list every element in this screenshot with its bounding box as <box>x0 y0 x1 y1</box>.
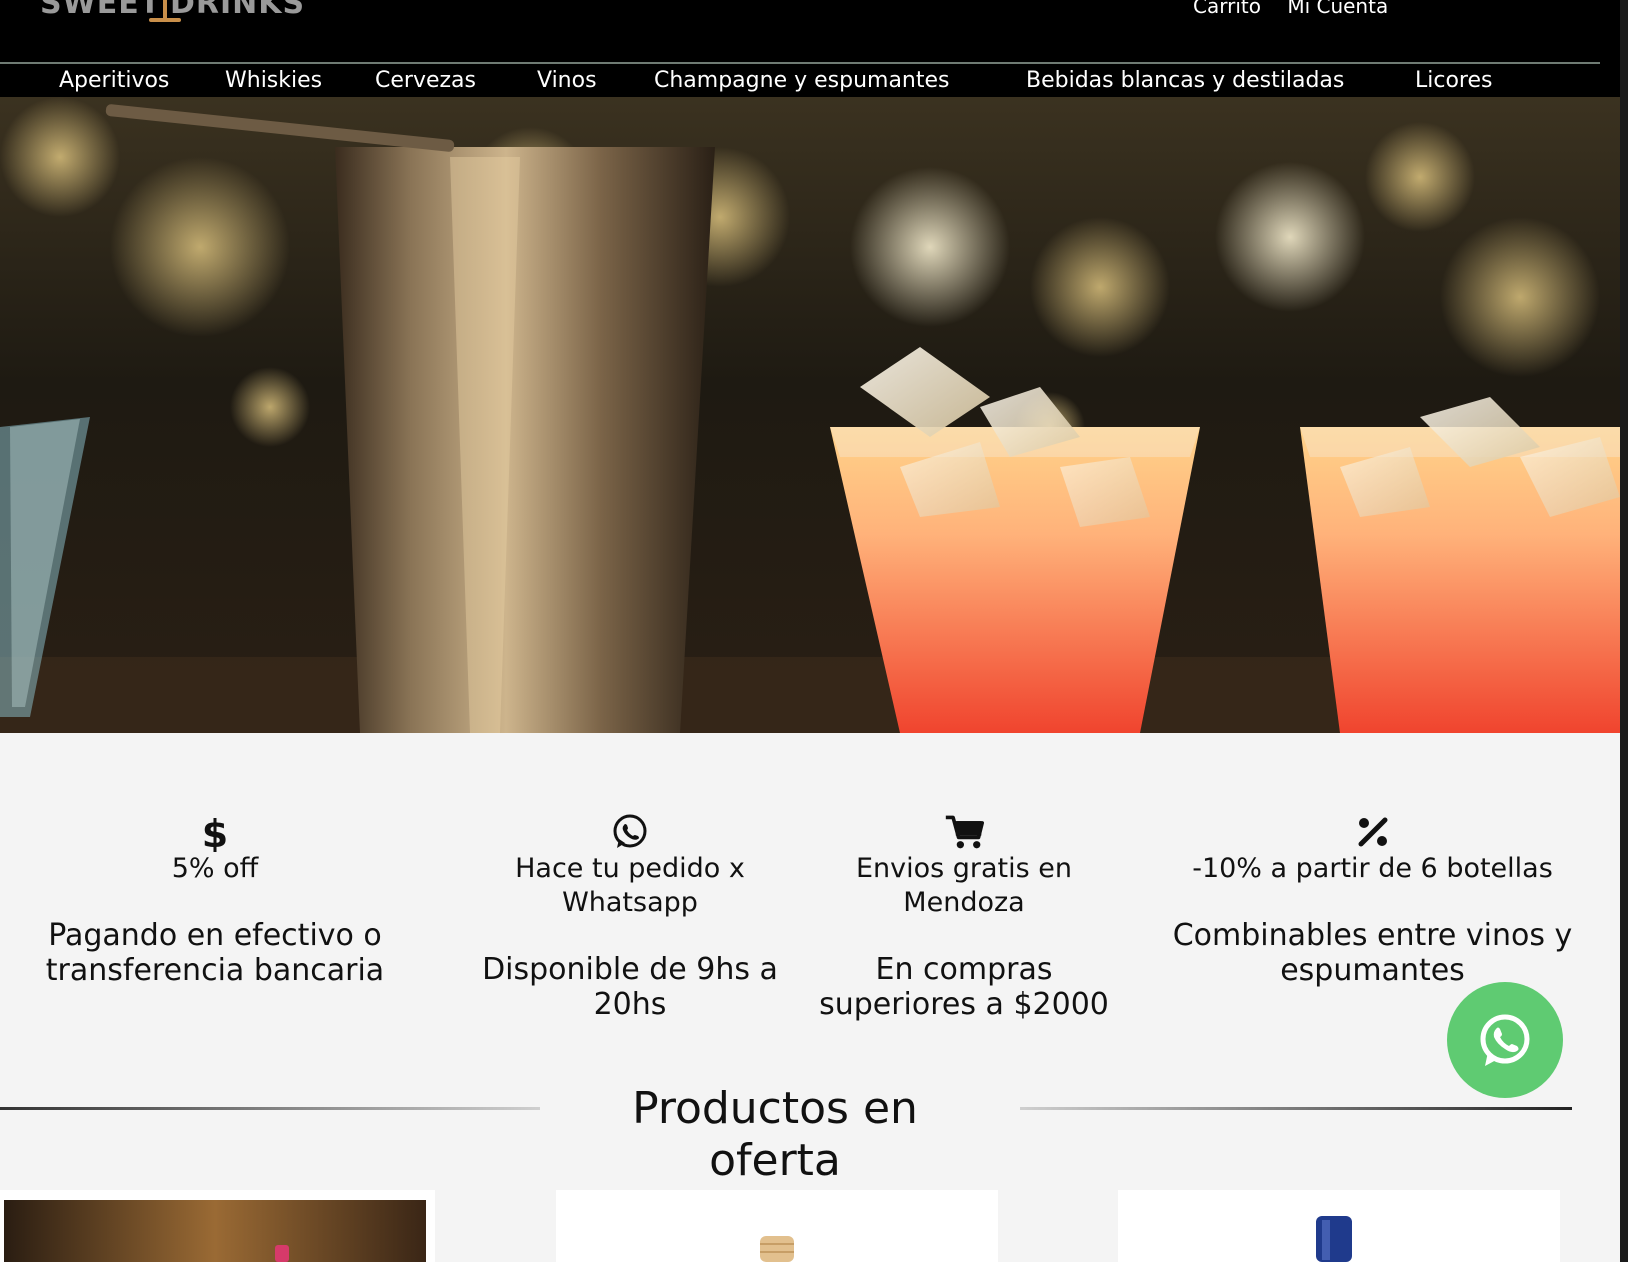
feature-title: -10% a partir de 6 botellas <box>1192 853 1553 884</box>
logo-word-drinks: DRINKS <box>170 0 306 21</box>
product-card[interactable] <box>556 1190 998 1262</box>
feature-description: En compras superiores a $2000 <box>819 952 1109 1022</box>
product-card[interactable] <box>0 1190 435 1262</box>
feature-title: Hace tu pedido x Whatsapp <box>515 853 745 918</box>
hero-banner[interactable] <box>0 97 1620 733</box>
product-image <box>1316 1216 1352 1262</box>
nav-item-aperitivos[interactable]: Aperitivos <box>59 68 169 93</box>
category-nav: Aperitivos Whiskies Cervezas Vinos Champ… <box>0 64 1620 97</box>
product-image <box>760 1236 794 1262</box>
svg-text:$: $ <box>202 812 228 852</box>
offers-heading: Productos en oferta <box>632 1083 918 1186</box>
percent-icon <box>1358 817 1387 847</box>
feature-description: Disponible de 9hs a 20hs <box>482 952 778 1022</box>
section-divider-left <box>0 1107 540 1110</box>
cart-link[interactable]: Carrito <box>1193 0 1261 18</box>
feature-discount: $ 5% off Pagando en efectivo o transfere… <box>20 812 410 988</box>
nav-item-champagne[interactable]: Champagne y espumantes <box>654 68 950 93</box>
nav-item-whiskies[interactable]: Whiskies <box>225 68 322 93</box>
account-links: Carrito Mi Cuenta <box>1193 0 1408 18</box>
whatsapp-chat-button[interactable] <box>1447 982 1563 1098</box>
feature-free-shipping: Envios gratis en Mendoza En compras supe… <box>805 812 1123 1022</box>
hero-cocktail-image <box>0 97 1620 733</box>
whatsapp-icon <box>1480 1014 1530 1066</box>
whatsapp-icon <box>613 814 647 848</box>
cart-icon <box>945 815 984 849</box>
nav-item-bebidas-blancas[interactable]: Bebidas blancas y destiladas <box>1026 68 1344 93</box>
product-card[interactable] <box>1118 1190 1560 1262</box>
feature-bulk-discount: -10% a partir de 6 botellas Combinables … <box>1160 812 1585 988</box>
feature-title: Envios gratis en Mendoza <box>855 853 1073 918</box>
feature-title: 5% off <box>171 853 259 884</box>
feature-whatsapp-order: Hace tu pedido x Whatsapp Disponible de … <box>480 812 780 1022</box>
product-image <box>4 1200 426 1262</box>
feature-description: Combinables entre vinos y espumantes <box>1172 918 1573 988</box>
dollar-icon: $ <box>202 812 228 852</box>
page-scrollbar[interactable] <box>1620 0 1628 1262</box>
feature-description: Pagando en efectivo o transferencia banc… <box>45 918 385 988</box>
nav-item-vinos[interactable]: Vinos <box>537 68 597 93</box>
nav-item-cervezas[interactable]: Cervezas <box>375 68 476 93</box>
my-account-link[interactable]: Mi Cuenta <box>1287 0 1388 18</box>
site-header: SWEET DRINKS Carrito Mi Cuenta Aperitivo… <box>0 0 1620 97</box>
nav-item-licores[interactable]: Licores <box>1415 68 1492 93</box>
section-divider-right <box>1020 1107 1572 1110</box>
